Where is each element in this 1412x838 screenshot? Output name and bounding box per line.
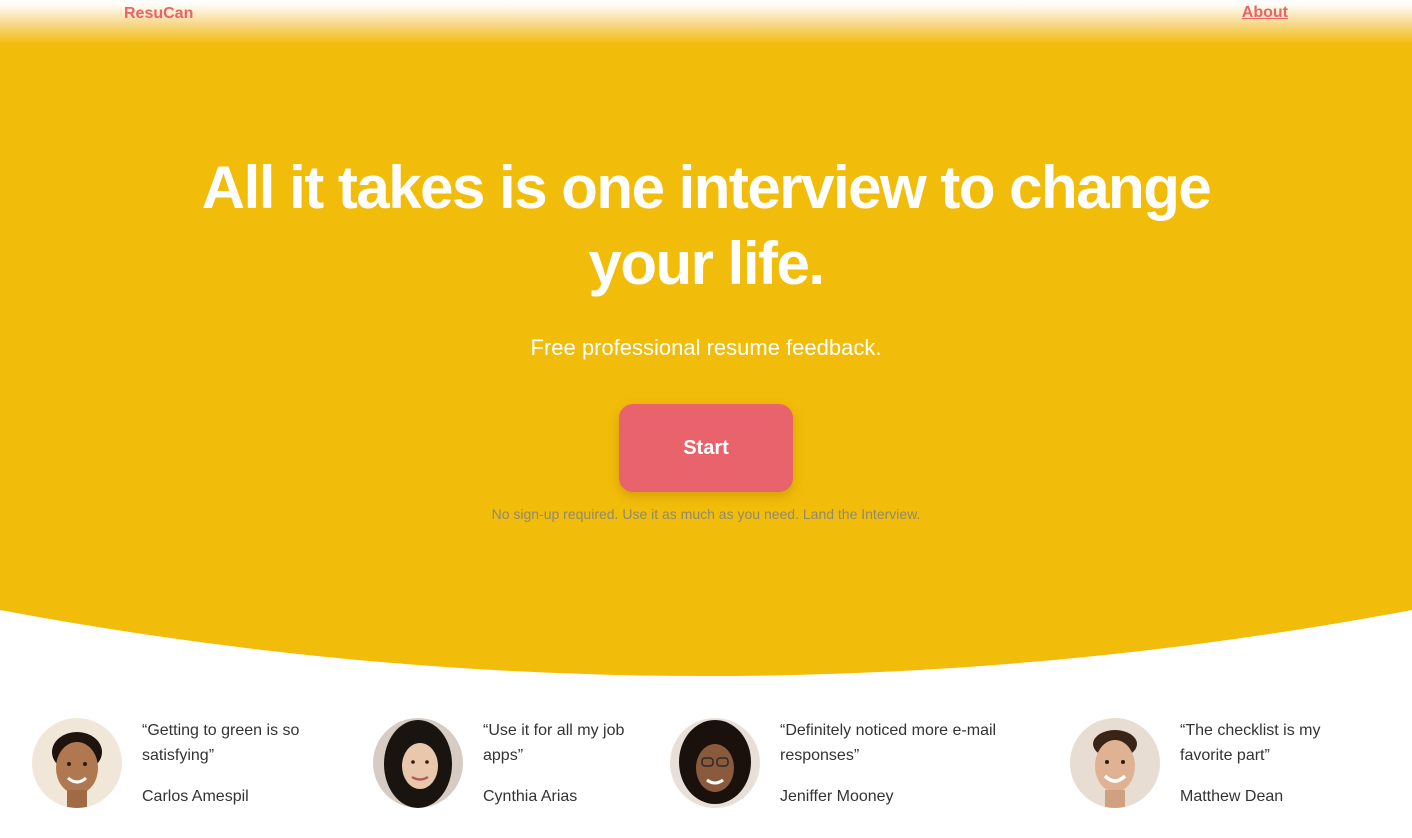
testimonial-author: Matthew Dean [1180, 788, 1284, 805]
top-navigation-bar: ResuCan About [0, 0, 1412, 44]
no-signup-note: No sign-up required. Use it as much as y… [491, 506, 921, 522]
avatar [670, 718, 760, 808]
testimonial-quote: “Use it for all my job apps” [483, 722, 625, 764]
avatar-portrait-icon [1070, 718, 1160, 808]
about-link[interactable]: About [1242, 4, 1288, 22]
avatar [1070, 718, 1160, 808]
hero-subheadline: Free professional resume feedback. [530, 335, 882, 360]
testimonial-author: Carlos Amespil [142, 788, 249, 805]
hero-headline-line1: All it takes is one interview to change [201, 154, 1212, 221]
avatar [373, 718, 463, 808]
avatar-portrait-icon [373, 718, 463, 808]
testimonial-author: Jeniffer Mooney [780, 788, 894, 805]
testimonial-quote: “Definitely noticed more e-mail response… [780, 722, 997, 764]
testimonial-quote: “Getting to green is so satisfying” [142, 722, 300, 764]
avatar [32, 718, 122, 808]
brand-logo-link[interactable]: ResuCan [124, 5, 193, 23]
start-button[interactable]: Start [619, 404, 793, 492]
hero-headline-line2: your life. [588, 230, 825, 297]
hero-section: ResuCan About All it takes is one interv… [0, 0, 1412, 838]
testimonial-quote: “The checklist is my favorite part” [1180, 722, 1321, 764]
testimonial-author: Cynthia Arias [483, 788, 578, 805]
hero-headline: All it takes is one interview to change … [140, 150, 1272, 302]
avatar-portrait-icon [32, 718, 122, 808]
testimonials-section: “Getting to green is so satisfying” Carl… [0, 716, 1412, 838]
avatar-portrait-icon [670, 718, 760, 808]
